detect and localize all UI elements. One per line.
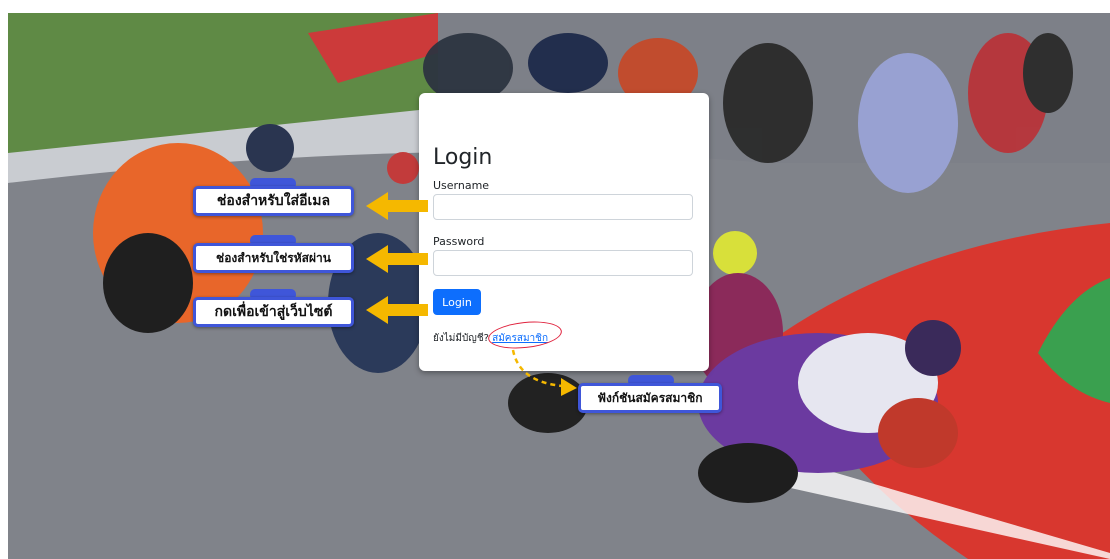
- password-label: Password: [433, 235, 485, 248]
- signup-function-callout: ฟังก์ชันสมัครสมาชิก: [578, 383, 722, 413]
- password-field-callout: ช่องสำหรับใช่รหัสผ่าน: [193, 243, 354, 273]
- arrow-icon: [366, 296, 428, 324]
- username-input[interactable]: [433, 194, 693, 220]
- login-button-callout: กดเพื่อเข้าสู่เว็บไซต์: [193, 297, 354, 327]
- arrow-icon: [366, 192, 428, 220]
- email-field-callout: ช่องสำหรับใส่อีเมล: [193, 186, 354, 216]
- password-input[interactable]: [433, 250, 693, 276]
- no-account-text: ยังไม่มีบัญชี?: [433, 333, 489, 344]
- login-card: Login Username Password Login ยังไม่มีบั…: [419, 93, 709, 371]
- dashed-arrow-icon: [511, 349, 577, 396]
- arrow-icon: [366, 245, 428, 273]
- login-title: Login: [433, 145, 493, 170]
- login-button[interactable]: Login: [433, 289, 481, 315]
- username-label: Username: [433, 179, 490, 192]
